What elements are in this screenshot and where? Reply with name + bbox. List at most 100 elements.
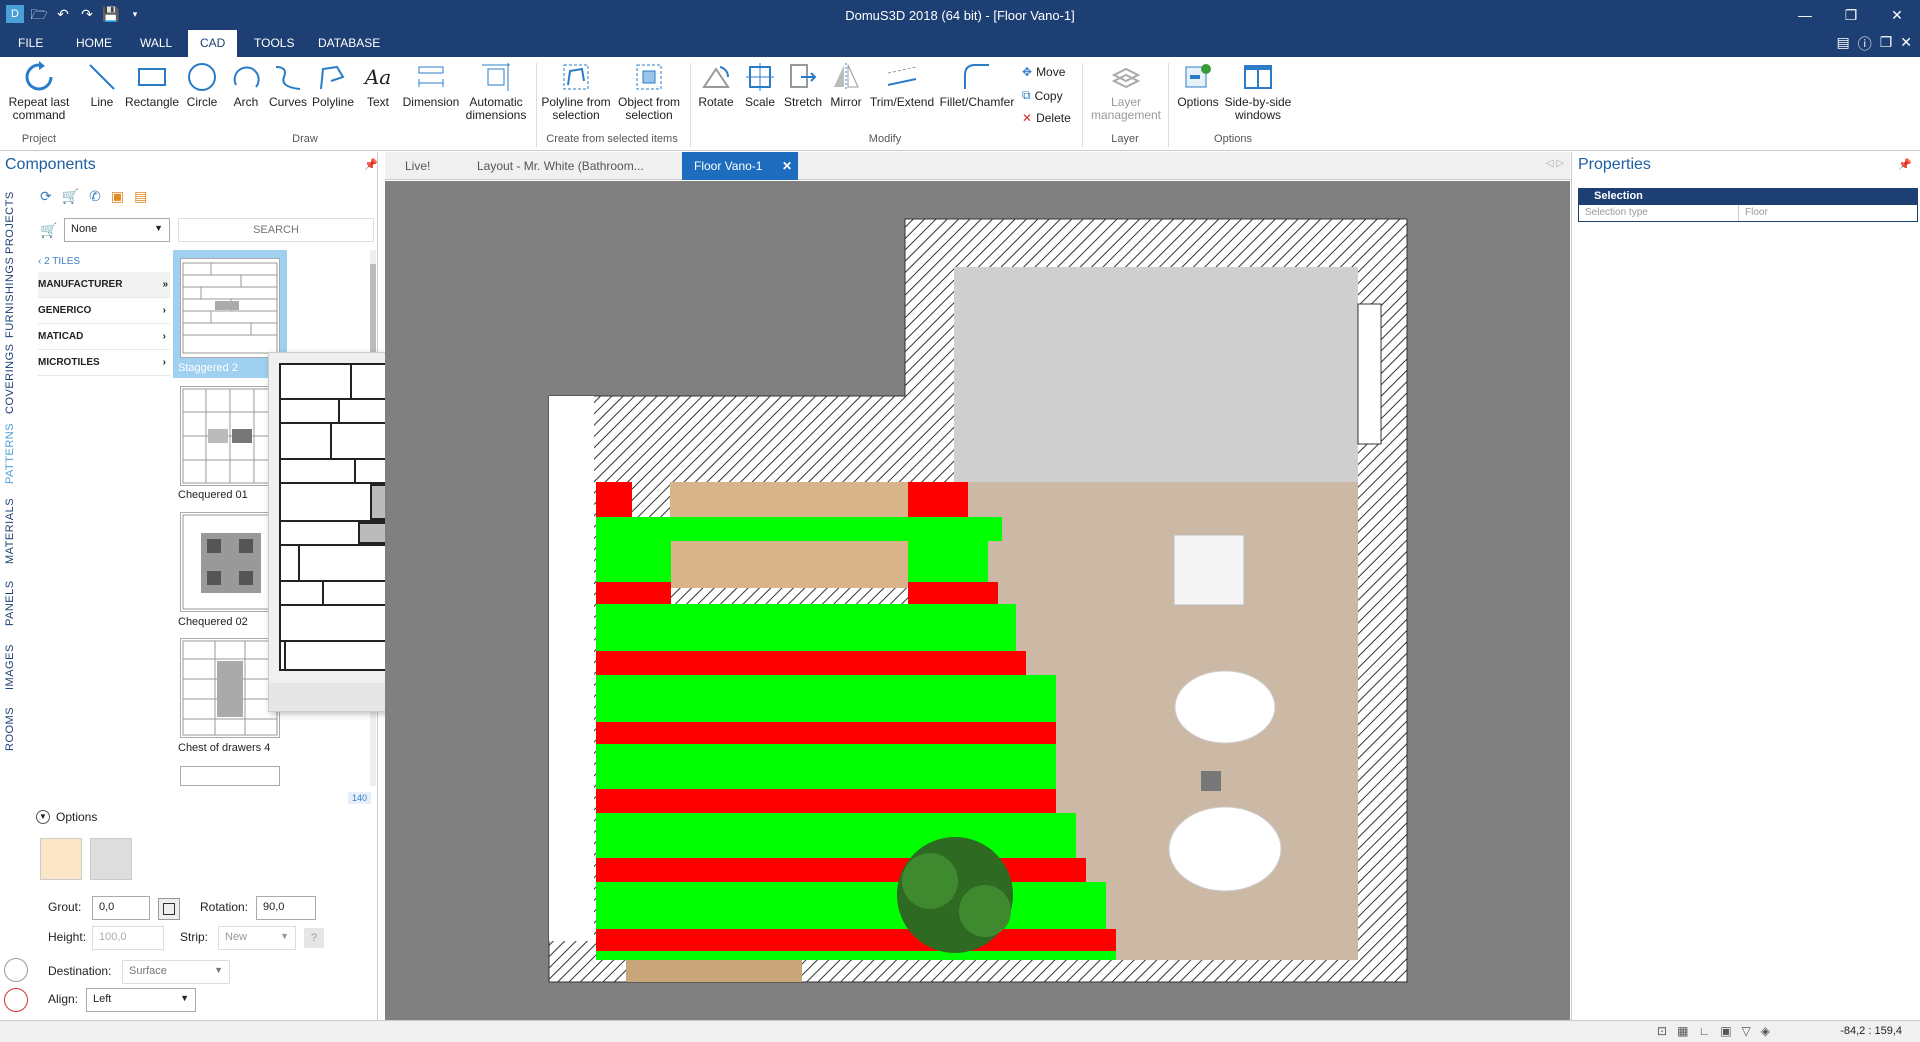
pattern-thumb-chest-of-drawers[interactable] bbox=[180, 638, 280, 738]
search-input[interactable] bbox=[178, 218, 374, 242]
pattern-thumb-staggered[interactable] bbox=[180, 258, 280, 358]
options-toggle[interactable]: ▼ Options bbox=[36, 810, 97, 824]
destination-icon[interactable] bbox=[4, 958, 28, 982]
close-tab-icon[interactable]: ✕ bbox=[782, 152, 792, 180]
rotate-button[interactable]: Rotate bbox=[694, 61, 738, 109]
polyline-from-selection-button[interactable]: Polyline from selection bbox=[540, 61, 612, 122]
selection-section[interactable]: Selection bbox=[1578, 188, 1918, 204]
cursor-icon[interactable]: ▽ bbox=[1742, 1024, 1751, 1038]
line-button[interactable]: Line bbox=[84, 61, 120, 109]
object-from-selection-button[interactable]: Object from selection bbox=[614, 61, 684, 122]
scale-button[interactable]: Scale bbox=[740, 61, 780, 109]
category-generico[interactable]: GENERICO › bbox=[38, 298, 170, 324]
pin-icon[interactable]: 📌 bbox=[364, 158, 378, 171]
filter-select[interactable]: None ▼ bbox=[64, 218, 170, 242]
cart-icon[interactable]: 🛒 bbox=[62, 188, 79, 205]
breadcrumb[interactable]: ‹ 2 TILES bbox=[38, 256, 80, 267]
vtab-furnishings[interactable]: FURNISHINGS bbox=[4, 257, 32, 338]
tab-database[interactable]: DATABASE bbox=[306, 30, 392, 57]
strip-select[interactable]: New ▼ bbox=[218, 926, 296, 950]
grid-icon[interactable]: ▦ bbox=[1677, 1024, 1688, 1038]
trim-extend-button[interactable]: Trim/Extend bbox=[868, 61, 936, 109]
grout-input[interactable]: 0,0 bbox=[92, 896, 150, 920]
polyline-button[interactable]: Polyline bbox=[310, 61, 356, 109]
wifi-icon[interactable]: ◈ bbox=[1761, 1024, 1770, 1038]
vtab-materials[interactable]: MATERIALS bbox=[4, 498, 32, 564]
tab-scroll-arrows[interactable]: ◁ ▷ bbox=[1546, 158, 1564, 169]
strip-help-button[interactable]: ? bbox=[304, 928, 324, 948]
selection-type-cell: Selection type bbox=[1579, 205, 1739, 221]
stretch-button[interactable]: Stretch bbox=[782, 61, 824, 109]
rotation-input[interactable]: 90,0 bbox=[256, 896, 316, 920]
circle-button[interactable]: Circle bbox=[184, 61, 220, 109]
mirror-button[interactable]: Mirror bbox=[826, 61, 866, 109]
phone-icon[interactable]: ✆ bbox=[89, 188, 101, 205]
scrollbar-thumb[interactable] bbox=[370, 264, 376, 364]
tab-cad[interactable]: CAD bbox=[188, 30, 238, 57]
restore-icon[interactable]: ❐ bbox=[1828, 0, 1874, 30]
doc-tab-live[interactable]: Live! bbox=[393, 152, 442, 180]
rectangle-button[interactable]: Rectangle bbox=[124, 61, 180, 109]
frame-icon[interactable] bbox=[90, 838, 132, 880]
refresh-icon[interactable]: ⟳ bbox=[40, 188, 52, 205]
repeat-last-command-button[interactable]: Repeat last command bbox=[6, 61, 72, 122]
height-input[interactable]: 100,0 bbox=[92, 926, 164, 950]
arch-button[interactable]: Arch bbox=[228, 61, 264, 109]
tab-wall[interactable]: WALL bbox=[128, 30, 184, 57]
no-align-icon[interactable] bbox=[4, 988, 28, 1012]
windows-icon bbox=[1244, 65, 1272, 89]
tile-layout-icon[interactable] bbox=[40, 838, 82, 880]
side-by-side-windows-button[interactable]: Side-by-side windows bbox=[1224, 61, 1292, 122]
doc-tab-layout[interactable]: Layout - Mr. White (Bathroom... bbox=[465, 152, 656, 180]
pin-icon[interactable]: 📌 bbox=[1898, 158, 1912, 171]
vtab-coverings[interactable]: COVERINGS bbox=[4, 343, 32, 414]
options-button[interactable]: Options bbox=[1172, 61, 1224, 109]
restore-doc-icon[interactable]: ❐ bbox=[1880, 34, 1893, 54]
curves-button[interactable]: Curves bbox=[268, 61, 308, 109]
pattern-thumb-chequered01[interactable] bbox=[180, 386, 280, 486]
delete-button[interactable]: ✕ Delete bbox=[1022, 111, 1071, 125]
category-manufacturer[interactable]: MANUFACTURER» bbox=[38, 272, 170, 298]
pattern-thumb-next[interactable] bbox=[180, 766, 280, 786]
destination-select[interactable]: Surface ▼ bbox=[122, 960, 230, 984]
align-select[interactable]: Left ▼ bbox=[86, 988, 196, 1012]
tab-home[interactable]: HOME bbox=[64, 30, 124, 57]
automatic-dimensions-button[interactable]: Automatic dimensions bbox=[464, 61, 528, 122]
chevron-right-icon: › bbox=[162, 357, 166, 368]
folder-settings-icon[interactable]: ▤ bbox=[134, 188, 147, 205]
copy-button[interactable]: ⧉ Copy bbox=[1022, 88, 1063, 103]
dimension-button[interactable]: Dimension bbox=[400, 61, 462, 109]
properties-title: Properties bbox=[1578, 156, 1651, 173]
vtab-images[interactable]: IMAGES bbox=[4, 642, 32, 692]
pattern-count: 140 bbox=[348, 792, 372, 804]
category-microtiles[interactable]: MICROTILES › bbox=[38, 350, 170, 376]
snap-icon[interactable]: ⊡ bbox=[1657, 1024, 1667, 1038]
pattern-thumb-chequered02[interactable] bbox=[180, 512, 280, 612]
text-button[interactable]: Aa Text bbox=[362, 61, 394, 109]
vtab-patterns[interactable]: PATTERNS bbox=[4, 422, 32, 484]
doc-tab-floor[interactable]: Floor Vano-1 ✕ bbox=[682, 152, 798, 180]
minimize-icon[interactable]: — bbox=[1782, 0, 1828, 30]
selection-row: Selection type Floor bbox=[1578, 204, 1918, 222]
vtab-rooms[interactable]: ROOMS bbox=[4, 704, 32, 754]
toilet bbox=[1168, 806, 1282, 892]
drawing-canvas[interactable] bbox=[385, 181, 1570, 1020]
folder-icon[interactable]: ▣ bbox=[111, 188, 124, 205]
grout-color-button[interactable] bbox=[158, 898, 180, 920]
category-maticad[interactable]: MATICAD › bbox=[38, 324, 170, 350]
layout-icon[interactable]: ▤ bbox=[1836, 34, 1849, 54]
close-icon[interactable]: ✕ bbox=[1874, 0, 1920, 30]
layer-management-button[interactable]: Layer management bbox=[1086, 61, 1166, 122]
ortho-icon[interactable]: ∟ bbox=[1698, 1024, 1710, 1038]
tab-file[interactable]: FILE bbox=[6, 30, 55, 57]
tab-tools[interactable]: TOOLS bbox=[242, 30, 306, 57]
vtab-panels[interactable]: PANELS bbox=[4, 580, 32, 626]
move-button[interactable]: ✥ Move bbox=[1022, 65, 1065, 79]
layer-icon[interactable]: ▣ bbox=[1720, 1024, 1731, 1038]
group-create-label: Create from selected items bbox=[546, 133, 678, 145]
close-doc-icon[interactable]: ✕ bbox=[1900, 34, 1912, 54]
fillet-chamfer-button[interactable]: Fillet/Chamfer bbox=[938, 61, 1016, 109]
vtab-projects[interactable]: PROJECTS bbox=[4, 191, 32, 254]
help-icon[interactable]: ⓘ bbox=[1858, 34, 1872, 54]
rectangle-icon bbox=[138, 68, 166, 86]
